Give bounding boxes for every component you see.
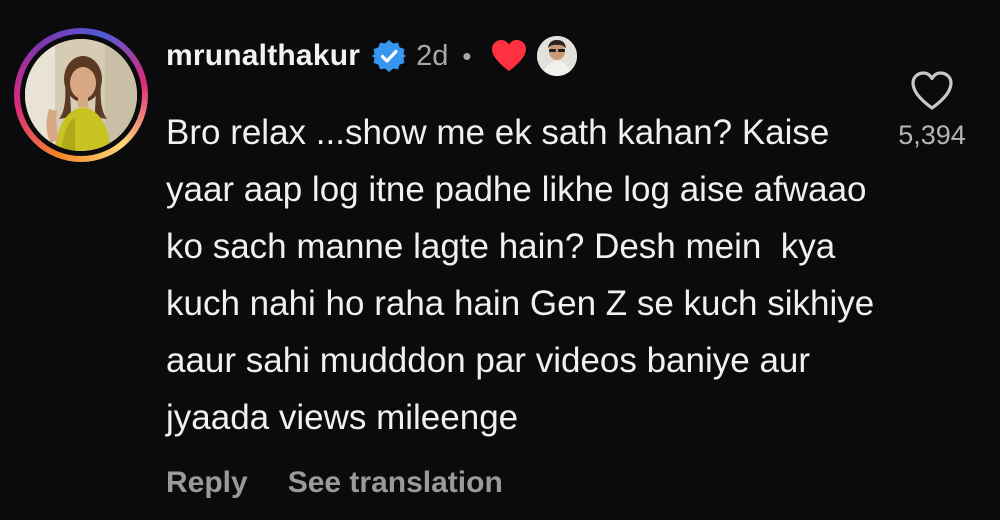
comment-item: mrunalthakur 2d • Bro relax ...show me e… [0, 0, 1000, 520]
comment-header: mrunalthakur 2d • [166, 32, 580, 80]
username-link[interactable]: mrunalthakur [166, 39, 360, 73]
like-count: 5,394 [898, 120, 966, 150]
verified-badge-icon [372, 39, 407, 73]
author-avatar [535, 34, 580, 78]
like-control: 5,394 [892, 70, 972, 151]
comment-timestamp: 2d [416, 39, 449, 72]
comment-text-line: yaar aap log itne padhe likhe log aise a… [166, 170, 867, 209]
heart-outline-icon[interactable] [910, 70, 954, 112]
comment-text-line: ko sach manne lagte hain? Desh mein kya [166, 227, 836, 266]
reply-button[interactable]: Reply [166, 466, 248, 500]
comment-text-line: aaur sahi mudddon par videos baniye aur [166, 341, 811, 380]
comment-text-line: kuch nahi ho raha hain Gen Z se kuch sik… [166, 284, 875, 323]
comment-actions: Reply See translation [166, 466, 503, 500]
comment-text-line: Bro relax ...show me ek sath kahan? Kais… [166, 113, 830, 152]
heart-filled-icon [491, 39, 527, 73]
avatar[interactable] [25, 39, 137, 151]
comment-text-line: jyaada views mileenge [166, 398, 519, 437]
comment-text: Bro relax ...show me ek sath kahan? Kais… [166, 104, 875, 446]
avatar-story-ring[interactable] [14, 28, 148, 162]
separator-dot: • [462, 40, 472, 71]
see-translation-button[interactable]: See translation [288, 466, 503, 500]
